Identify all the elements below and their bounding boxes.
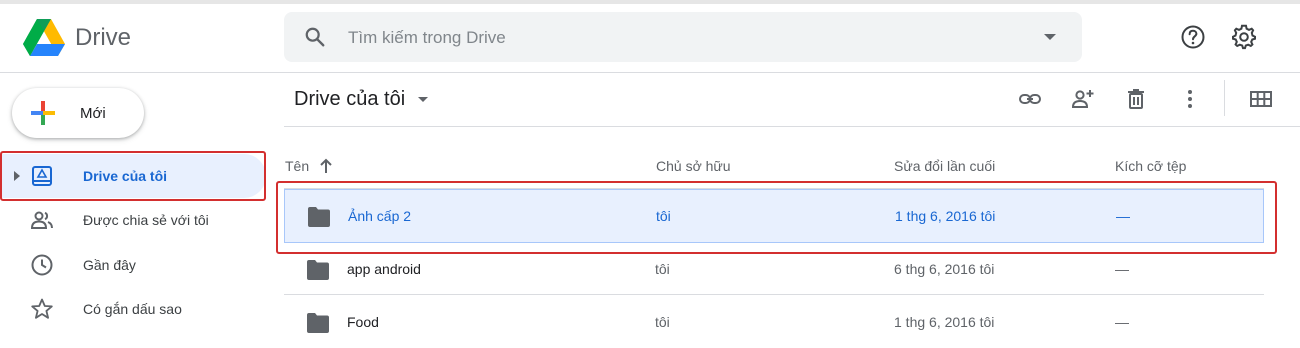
sidebar-item-label: Được chia sẻ với tôi (83, 212, 209, 228)
title-dropdown-icon[interactable] (418, 97, 428, 102)
help-icon[interactable] (1180, 24, 1206, 50)
search-options-dropdown-icon[interactable] (1044, 34, 1056, 40)
sidebar-item-label: Có gắn dấu sao (83, 301, 182, 317)
file-name: app android (347, 261, 421, 277)
file-modified: 6 thg 6, 2016 tôi (894, 261, 995, 277)
search-input[interactable] (346, 22, 990, 54)
sidebar-item-starred[interactable]: Có gắn dấu sao (0, 287, 266, 331)
file-size: — (1115, 314, 1129, 330)
trash-icon[interactable] (1124, 87, 1148, 111)
column-header-size[interactable]: Kích cỡ tệp (1115, 158, 1186, 174)
new-button-label: Mới (80, 105, 106, 122)
app-header: Drive (0, 4, 1300, 73)
search-bar[interactable] (284, 12, 1082, 62)
folder-icon (307, 313, 329, 333)
page-title[interactable]: Drive của tôi (294, 88, 405, 111)
more-vert-icon[interactable] (1178, 87, 1202, 111)
sort-ascending-icon[interactable] (318, 157, 334, 175)
file-modified: 1 thg 6, 2016 tôi (894, 314, 995, 330)
sidebar-item-shared[interactable]: Được chia sẻ với tôi (0, 198, 266, 242)
star-icon (31, 298, 53, 319)
link-icon[interactable] (1018, 87, 1042, 111)
table-row[interactable]: app android tôi 6 thg 6, 2016 tôi — (284, 243, 1264, 295)
highlight-box-my-drive (0, 151, 266, 201)
sidebar-item-label: Gần đây (83, 257, 136, 273)
search-icon[interactable] (304, 26, 326, 48)
column-header-owner[interactable]: Chủ sở hữu (656, 158, 731, 174)
column-header-name[interactable]: Tên (285, 158, 309, 174)
app-name[interactable]: Drive (75, 24, 131, 52)
drive-logo-icon[interactable] (22, 18, 66, 58)
file-name: Food (347, 314, 379, 330)
column-header-modified[interactable]: Sửa đổi lần cuối (894, 158, 995, 174)
main-title-bar: Drive của tôi (284, 72, 1300, 127)
file-owner: tôi (655, 261, 670, 277)
plus-icon (31, 101, 55, 125)
sidebar-item-recent[interactable]: Gần đây (0, 243, 266, 287)
new-button[interactable]: Mới (12, 88, 144, 138)
settings-icon[interactable] (1231, 24, 1257, 50)
clock-icon (31, 254, 53, 276)
folder-icon (307, 260, 329, 280)
grid-view-icon[interactable] (1249, 87, 1273, 111)
shared-people-icon (30, 211, 53, 229)
file-size: — (1115, 261, 1129, 277)
toolbar-divider (1224, 80, 1225, 116)
file-owner: tôi (655, 314, 670, 330)
table-row[interactable]: Food tôi 1 thg 6, 2016 tôi — (284, 296, 1264, 348)
add-person-icon[interactable] (1070, 87, 1094, 111)
